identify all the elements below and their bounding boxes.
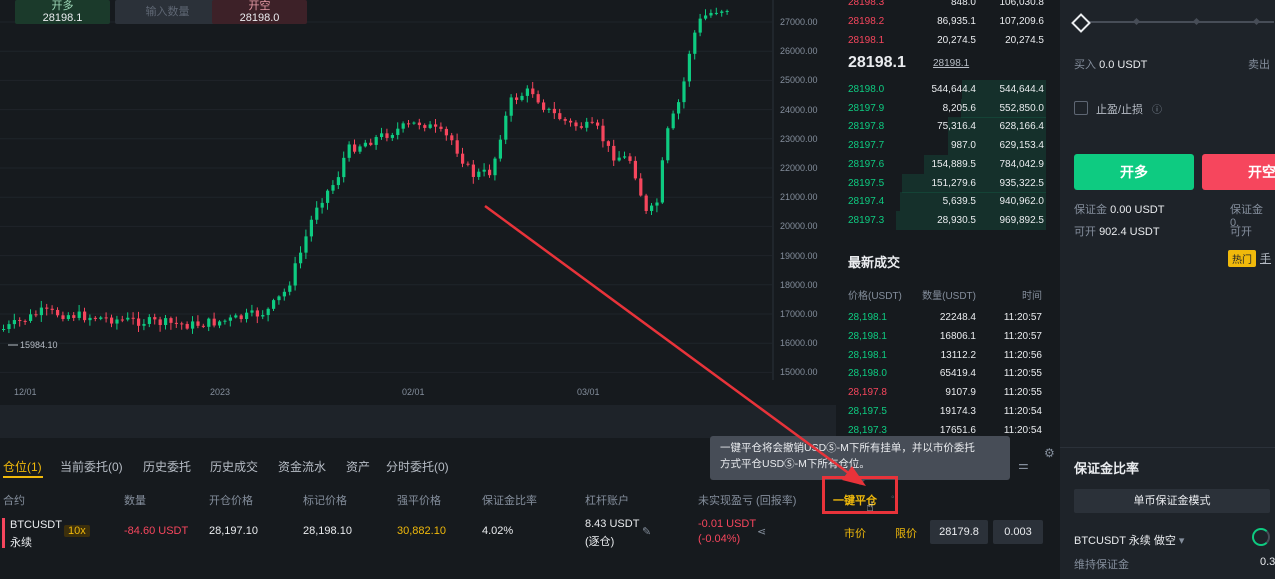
annotation-arrow-icon (484, 204, 866, 486)
